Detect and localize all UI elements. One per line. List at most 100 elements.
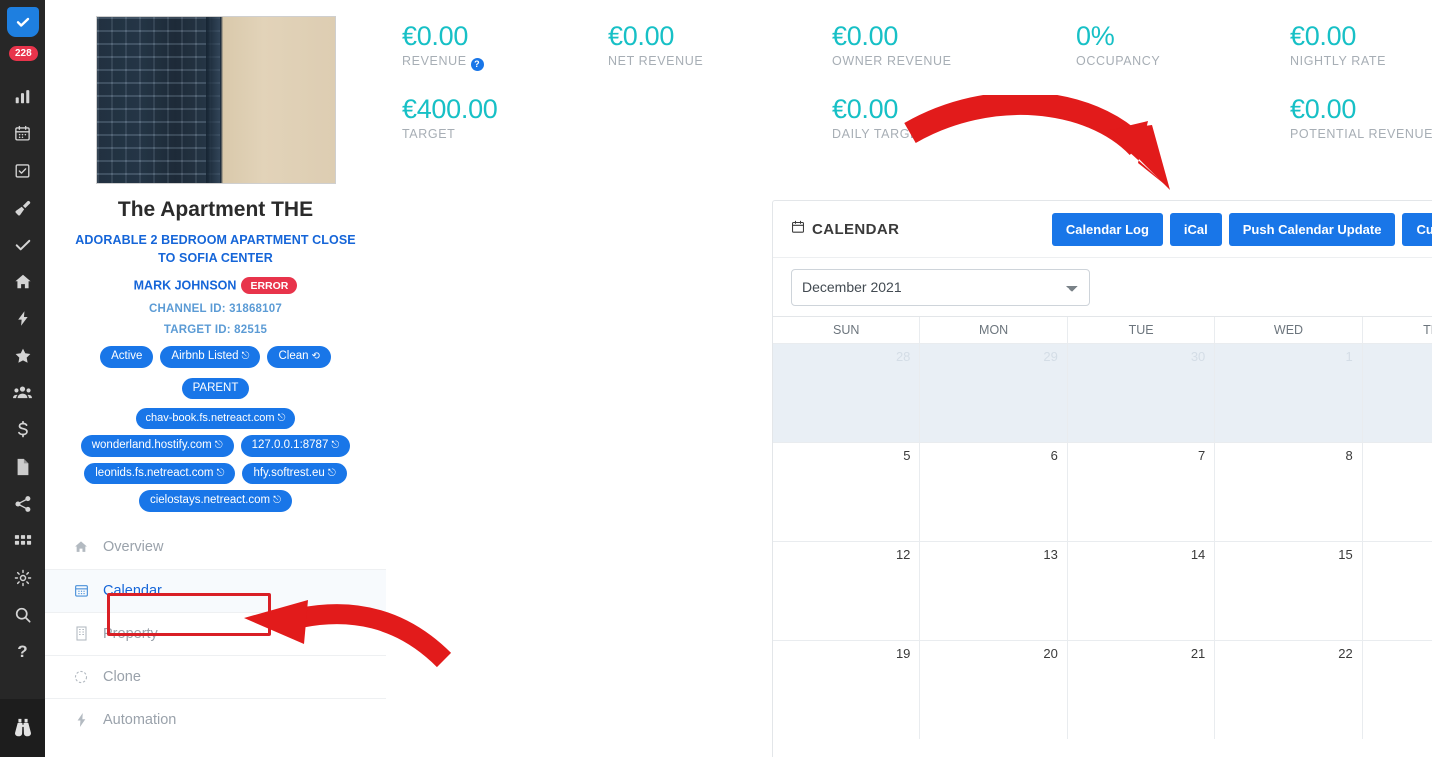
calendar-title: CALENDAR [791,220,899,238]
cleaning-icon[interactable] [0,189,45,226]
gear-icon[interactable] [0,559,45,596]
calendar-day[interactable]: 2 [1362,344,1432,442]
day-number: 1 [1345,349,1353,364]
calendar-title-text: CALENDAR [812,220,900,238]
sidebar-item-overview[interactable]: Overview [45,526,386,569]
domain-link-localhost[interactable]: 127.0.0.1:8787 ⎋ [240,435,351,457]
kpi-label: REVENUE? [402,54,608,71]
link-label: wonderland.hostify.com [91,439,212,452]
calendar-day[interactable]: 28 [773,344,921,442]
calendar-day[interactable]: 1 [1215,344,1363,442]
calendar-day[interactable]: 15 [1215,542,1363,640]
help-icon[interactable]: ? [470,57,484,71]
kpi-nightly-rate: €0.00 NIGHTLY RATE [1290,22,1432,71]
domain-link-hfy[interactable]: hfy.softrest.eu ⎋ [242,462,347,485]
sidebar-item-label: Automation [103,711,177,728]
calendar-day[interactable]: 13 [920,542,1068,640]
link-label: cielostays.netreact.com [149,494,271,507]
link-label: leonids.fs.netreact.com [95,466,214,479]
calendar-day[interactable]: 5 [773,443,921,541]
help-icon[interactable]: ? [0,633,45,670]
property-subtitle[interactable]: ADORABLE 2 BEDROOM APARTMENT CLOSE TO SO… [45,231,386,267]
binoculars-icon[interactable] [0,699,45,757]
calendar-day[interactable]: 6 [920,443,1068,541]
external-link-icon: ⎋ [216,467,225,479]
automation-icon[interactable] [0,300,45,337]
calendar-week-2: 5 6 7 8 9 10 11 [773,442,1432,541]
status-tag-airbnb-listed[interactable]: Airbnb Listed ⎋ [160,346,261,368]
kpi-value: €0.00 [1290,21,1357,51]
domain-link-row-3: leonids.fs.netreact.com ⎋ hfy.softrest.eu… [45,462,386,485]
external-link-icon: ⎋ [241,351,250,363]
calendar-log-button[interactable]: Calendar Log [1051,212,1163,246]
photo-texture [96,17,221,183]
domain-link-chav-book[interactable]: chav-book.fs.netreact.com ⎋ [135,408,296,430]
calendar-day[interactable]: 16 [1362,542,1432,640]
dollar-icon[interactable] [0,411,45,448]
calendar-day[interactable]: 20 [920,641,1068,739]
bolt-icon [73,712,89,727]
analytics-icon[interactable] [0,78,45,115]
custom-stay-rules-button[interactable]: Custom Stay Rules [1402,212,1432,246]
status-tag-list: Active Airbnb Listed ⎋ Clean ⟲ [45,346,386,368]
kpi-label: OCCUPANCY [1076,54,1161,69]
property-thumbnail[interactable] [95,16,336,184]
calendar-icon[interactable] [0,115,45,152]
domain-link-row-4: cielostays.netreact.com ⎋ [45,490,386,512]
calendar-day[interactable]: 9 [1362,443,1432,541]
owner-name[interactable]: MARK JOHNSON [134,279,237,293]
domain-link-wonderland[interactable]: wonderland.hostify.com ⎋ [80,435,234,457]
calendar-week-1: 28 29 30 1 2 3 4 [773,343,1432,442]
calendar-day[interactable]: 21 [1067,641,1216,739]
kpi-value: €400.00 [402,93,498,124]
sidebar-item-clone[interactable]: Clone [45,654,386,698]
kpi-value: €0.00 [1290,93,1357,124]
day-number: 15 [1338,547,1353,562]
app-root: 228 ? The Apartment THE ADORABLE 2 BEDRO… [0,0,1432,757]
sidebar-item-label: Overview [103,539,164,556]
share-icon[interactable] [0,485,45,522]
push-calendar-update-button[interactable]: Push Calendar Update [1228,212,1396,246]
kpi-label: NIGHTLY RATE [1290,54,1387,69]
grid-icon[interactable] [0,522,45,559]
calendar-day[interactable]: 22 [1215,641,1363,739]
status-tag-active[interactable]: Active [100,346,154,368]
status-tag-clean[interactable]: Clean ⟲ [267,346,331,368]
month-select[interactable]: December 2021 [791,268,1090,306]
kpi-section: €0.00 REVENUE? €0.00 NET REVENUE €0.00 O… [386,0,1432,142]
kpi-net-revenue: €0.00 NET REVENUE [608,22,832,71]
check-icon[interactable] [0,226,45,263]
domain-link-cielostays[interactable]: cielostays.netreact.com ⎋ [138,490,293,512]
users-icon[interactable] [0,374,45,411]
domain-link-row-2: wonderland.hostify.com ⎋ 127.0.0.1:8787 ⎋ [45,435,386,457]
calendar-day[interactable]: 29 [920,344,1068,442]
dow-thu: THU [1362,317,1432,343]
home-icon[interactable] [0,263,45,300]
calendar-day[interactable]: 30 [1067,344,1216,442]
external-link-icon: ⎋ [214,440,223,452]
calendar-day[interactable]: 23 [1362,641,1432,739]
sidebar-item-calendar[interactable]: Calendar [45,568,386,612]
day-number: 5 [903,448,911,463]
domain-link-leonids[interactable]: leonids.fs.netreact.com ⎋ [84,462,236,485]
notification-badge[interactable]: 228 [9,46,38,61]
sidebar-item-label: Property [103,625,158,642]
search-icon[interactable] [0,596,45,633]
document-icon[interactable] [0,448,45,485]
link-label: chav-book.fs.netreact.com [145,412,275,425]
app-logo[interactable] [1,0,45,44]
calendar-day[interactable]: 19 [773,641,921,739]
day-number: 7 [1198,448,1206,463]
calendar-icon [791,220,805,238]
day-of-week-header: SUN MON TUE WED THU FRI SAT [773,317,1432,343]
calendar-day[interactable]: 7 [1067,443,1216,541]
tasks-icon[interactable] [0,152,45,189]
sidebar-item-automation[interactable]: Automation [45,697,386,741]
star-icon[interactable] [0,337,45,374]
calendar-day[interactable]: 14 [1067,542,1216,640]
calendar-day[interactable]: 12 [773,542,921,640]
ical-button[interactable]: iCal [1169,212,1222,246]
sidebar-item-property[interactable]: Property [45,611,386,655]
status-tag-parent[interactable]: PARENT [181,377,250,400]
calendar-day[interactable]: 8 [1215,443,1363,541]
